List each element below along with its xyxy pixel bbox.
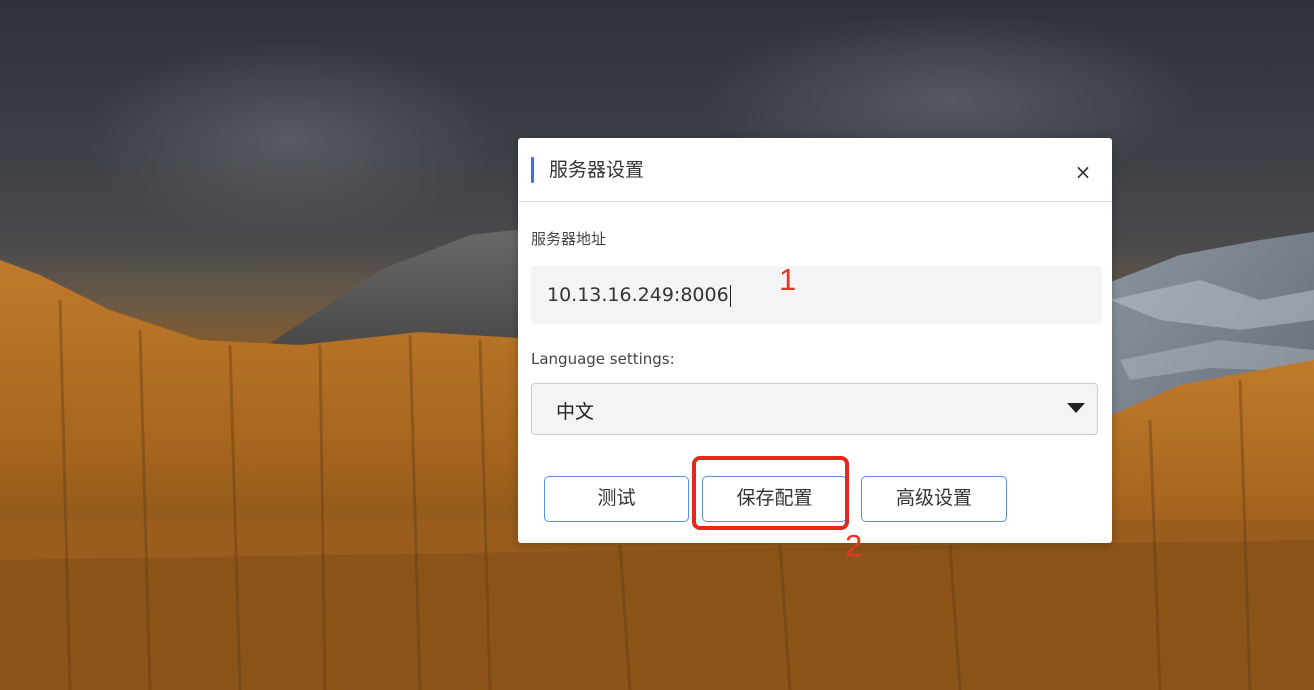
language-select[interactable]: 中文 bbox=[531, 383, 1098, 435]
annotation-highlight-box bbox=[692, 456, 849, 530]
advanced-settings-button[interactable]: 高级设置 bbox=[861, 476, 1007, 522]
close-icon[interactable]: × bbox=[1071, 160, 1095, 184]
annotation-step-2: 2 bbox=[845, 528, 863, 563]
language-selected-value: 中文 bbox=[556, 401, 595, 423]
test-button[interactable]: 测试 bbox=[544, 476, 689, 522]
server-address-value: 10.13.16.249:8006 bbox=[547, 284, 729, 306]
title-accent-bar bbox=[531, 157, 534, 183]
desktop-background: 服务器设置 × 服务器地址 10.13.16.249:8006 Language… bbox=[0, 0, 1314, 690]
dialog-title: 服务器设置 bbox=[549, 159, 645, 181]
dialog-header: 服务器设置 × bbox=[518, 138, 1112, 202]
server-address-input[interactable]: 10.13.16.249:8006 bbox=[531, 266, 1102, 324]
text-caret bbox=[729, 284, 731, 307]
language-settings-label: Language settings: bbox=[531, 350, 675, 368]
server-address-label: 服务器地址 bbox=[531, 230, 607, 248]
dropdown-arrow-icon bbox=[1067, 403, 1085, 413]
annotation-step-1: 1 bbox=[779, 262, 797, 297]
